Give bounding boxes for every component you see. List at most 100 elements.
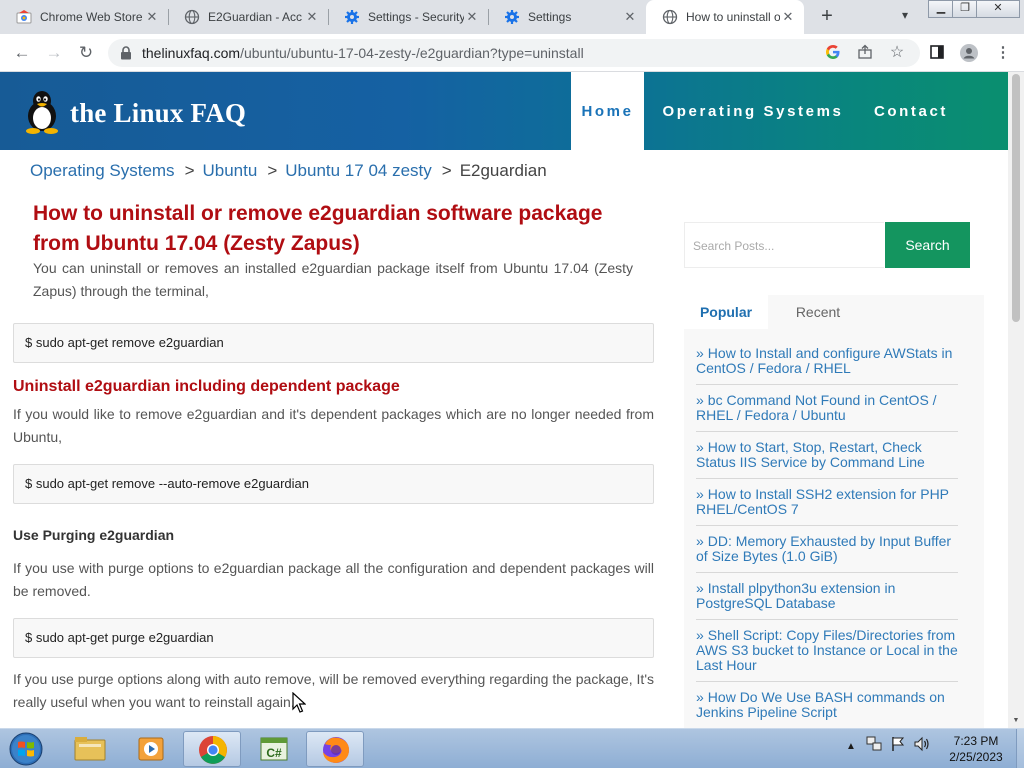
network-icon[interactable] <box>866 735 882 759</box>
scrollbar-thumb[interactable] <box>1012 74 1020 322</box>
tab-how-to-uninstall[interactable]: How to uninstall o ✕ <box>646 0 804 34</box>
start-button[interactable] <box>6 731 46 767</box>
search-input[interactable]: Search Posts... <box>684 222 884 268</box>
code-block-purge[interactable]: $ sudo apt-get purge e2guardian <box>13 618 654 658</box>
code-block-remove[interactable]: $ sudo apt-get remove e2guardian <box>13 323 654 363</box>
media-player-icon <box>138 737 164 761</box>
list-item[interactable]: » bc Command Not Found in CentOS / RHEL /… <box>696 385 958 432</box>
tray-expand-icon[interactable]: ▲ <box>846 741 856 765</box>
clock-date: 2/25/2023 <box>949 750 1003 764</box>
menu-kebab-icon[interactable]: ⋮ <box>994 44 1012 62</box>
close-icon[interactable]: ✕ <box>144 9 160 25</box>
search-button[interactable]: Search <box>885 222 970 268</box>
raquo-glyph: » <box>696 345 704 361</box>
system-clock[interactable]: 7:23 PM 2/25/2023 <box>936 733 1016 765</box>
raquo-glyph: » <box>696 392 704 408</box>
tux-penguin-icon <box>22 88 62 139</box>
taskbar-media-player[interactable] <box>122 731 180 767</box>
raquo-glyph: » <box>696 580 704 596</box>
list-item[interactable]: » How to Install and configure AWStats in… <box>696 345 958 385</box>
list-item[interactable]: » DD: Memory Exhausted by Input Buffer of… <box>696 526 958 573</box>
google-g-icon[interactable] <box>824 44 842 62</box>
globe-icon <box>662 9 678 25</box>
nav-operating-systems[interactable]: Operating Systems <box>644 72 862 150</box>
scroll-down-arrow-icon[interactable]: ▼ <box>1008 714 1024 728</box>
profile-avatar-icon[interactable] <box>960 44 978 62</box>
share-icon[interactable] <box>856 44 874 62</box>
taskbar-firefox[interactable] <box>306 731 364 767</box>
list-item[interactable]: » How to Install SSH2 extension for PHP R… <box>696 479 958 526</box>
heading-purge: Use Purging e2guardian <box>13 527 175 543</box>
show-desktop-button[interactable] <box>1016 729 1024 768</box>
post-link[interactable]: How to Install and configure AWStats in … <box>696 345 952 376</box>
list-item[interactable]: » How Do We Use BASH commands on Jenkins … <box>696 682 958 728</box>
bookmark-star-icon[interactable]: ☆ <box>888 44 906 62</box>
chevron-down-icon[interactable]: ▾ <box>896 8 914 26</box>
action-center-flag-icon[interactable] <box>890 735 906 759</box>
taskbar-chrome[interactable] <box>183 731 241 767</box>
post-link[interactable]: How to Install SSH2 extension for PHP RH… <box>696 486 949 517</box>
reload-icon[interactable]: ↻ <box>76 43 96 63</box>
tab-e2guardian[interactable]: E2Guardian - Acc ✕ <box>168 0 328 34</box>
folder-icon <box>74 737 106 761</box>
raquo-glyph: » <box>696 533 704 549</box>
side-panel-icon[interactable] <box>928 44 946 62</box>
breadcrumb: Operating Systems > Ubuntu > Ubuntu 17 04 ze… <box>30 161 547 181</box>
post-link[interactable]: Install plpython3u extension in PostgreS… <box>696 580 895 611</box>
breadcrumb-separator: > <box>267 161 278 180</box>
post-link[interactable]: bc Command Not Found in CentOS / RHEL / … <box>696 392 937 423</box>
speaker-icon[interactable] <box>913 735 931 759</box>
taskbar-csharp[interactable]: C# <box>245 731 303 767</box>
restore-button[interactable]: ❐ <box>952 0 978 18</box>
gear-icon <box>504 9 520 25</box>
tab-label: How to uninstall o <box>686 10 780 24</box>
nav-home[interactable]: Home <box>571 72 644 150</box>
intro-paragraph: You can uninstall or removes an installe… <box>33 260 633 299</box>
heading-dependent: Uninstall e2guardian including dependent… <box>13 378 400 395</box>
nav-contact[interactable]: Contact <box>862 72 960 150</box>
breadcrumb-separator: > <box>441 161 452 180</box>
post-link[interactable]: DD: Memory Exhausted by Input Buffer of … <box>696 533 951 564</box>
forward-arrow-icon[interactable]: → <box>44 43 64 63</box>
firefox-icon <box>323 737 349 763</box>
close-window-button[interactable]: ✕ <box>976 0 1020 18</box>
tab-popular[interactable]: Popular <box>684 295 768 329</box>
breadcrumb-ubuntu-17-04-zesty[interactable]: Ubuntu 17 04 zesty <box>285 161 431 180</box>
browser-toolbar: ← → ↻ thelinuxfaq.com/ubuntu/ubuntu-17-0… <box>0 34 1024 72</box>
site-header: the Linux FAQ Home Operating Systems Con… <box>0 72 1008 150</box>
page-scrollbar[interactable]: ▲ ▼ <box>1008 72 1024 728</box>
back-arrow-icon[interactable]: ← <box>12 43 32 63</box>
tab-settings[interactable]: Settings ✕ <box>488 0 646 34</box>
code-block-autoremove[interactable]: $ sudo apt-get remove --auto-remove e2gu… <box>13 464 654 504</box>
list-item[interactable]: » Install plpython3u extension in Postgre… <box>696 573 958 620</box>
close-icon[interactable]: ✕ <box>780 9 796 25</box>
lock-icon[interactable] <box>120 46 132 65</box>
chrome-web-store-icon <box>16 9 32 25</box>
breadcrumb-ubuntu[interactable]: Ubuntu <box>203 161 258 180</box>
globe-icon <box>184 9 200 25</box>
post-link[interactable]: How Do We Use BASH commands on Jenkins P… <box>696 689 945 720</box>
site-logo[interactable]: the Linux FAQ <box>22 88 246 139</box>
list-item[interactable]: » Shell Script: Copy Files/Directories fr… <box>696 620 958 682</box>
tab-chrome-web-store[interactable]: Chrome Web Store ✕ <box>0 0 168 34</box>
post-link[interactable]: How to Start, Stop, Restart, Check Statu… <box>696 439 925 470</box>
tab-label: Chrome Web Store <box>40 10 143 24</box>
purge-paragraph: If you use with purge options to e2guard… <box>13 560 654 599</box>
list-item[interactable]: » How to Start, Stop, Restart, Check Stat… <box>696 432 958 479</box>
breadcrumb-operating-systems[interactable]: Operating Systems <box>30 161 175 180</box>
minimize-button[interactable]: ▁ <box>928 0 954 18</box>
close-icon[interactable]: ✕ <box>622 9 638 25</box>
tab-settings-security[interactable]: Settings - Security ✕ <box>328 0 488 34</box>
breadcrumb-separator: > <box>184 161 195 180</box>
new-tab-button[interactable]: + <box>816 5 838 27</box>
post-link[interactable]: Shell Script: Copy Files/Directories fro… <box>696 627 958 673</box>
url-domain: thelinuxfaq.com <box>142 45 241 61</box>
taskbar-file-explorer[interactable] <box>61 731 119 767</box>
close-icon[interactable]: ✕ <box>304 9 320 25</box>
address-bar[interactable]: thelinuxfaq.com/ubuntu/ubuntu-17-04-zest… <box>108 39 920 67</box>
gear-icon <box>344 9 360 25</box>
close-icon[interactable]: ✕ <box>464 9 480 25</box>
mouse-cursor-icon <box>292 692 306 713</box>
logo-text: the Linux FAQ <box>70 98 247 128</box>
tab-recent[interactable]: Recent <box>780 295 856 329</box>
